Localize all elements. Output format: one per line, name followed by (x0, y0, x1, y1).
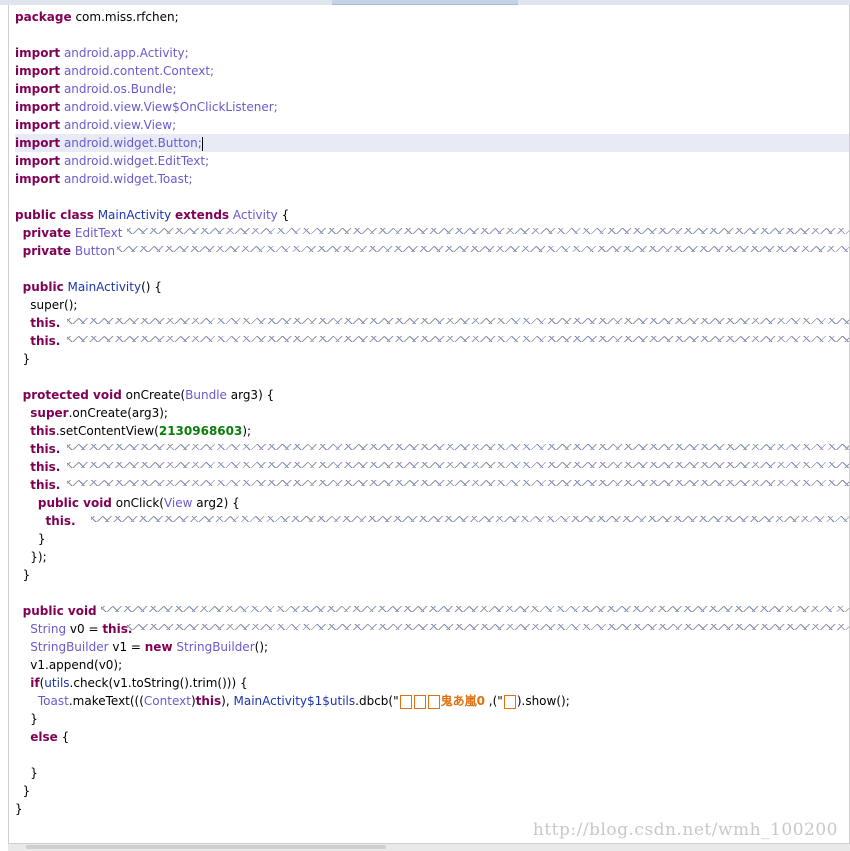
import-line: import android.app.Activity; (15, 46, 189, 60)
code-line: else { (30, 730, 70, 744)
code-line: Toast.makeText(((Context)this), MainActi… (37, 694, 570, 709)
code-line: } (22, 568, 31, 582)
import-line: import android.view.View$OnClickListener… (15, 100, 278, 114)
unknown-glyph-icon (413, 694, 426, 709)
code-line: super.onCreate(arg3); (30, 406, 168, 420)
unknown-glyph-icon (503, 694, 516, 709)
obfuscated-text (67, 318, 849, 324)
code-line: this.setContentView(2130968603); (30, 424, 252, 438)
code-line: } (22, 352, 31, 366)
obfuscated-text (67, 336, 849, 342)
code-line: super(); (30, 298, 78, 312)
obfuscated-text (91, 516, 849, 522)
scrollbar-thumb[interactable] (26, 845, 386, 849)
obfuscated-text (127, 228, 849, 234)
obfuscated-text (67, 480, 849, 486)
import-line: import android.content.Context; (15, 64, 215, 78)
import-line: import android.os.Bundle; (15, 82, 177, 96)
code-line: } (37, 532, 46, 546)
obfuscated-text (101, 606, 849, 612)
code-line: this. (15, 476, 849, 494)
constructor-line: public MainActivity() { (22, 280, 162, 294)
obfuscated-text (67, 462, 849, 468)
watermark: http://blog.csdn.net/wmh_100200 (532, 820, 838, 840)
class-declaration: public class MainActivity extends Activi… (15, 208, 290, 222)
code-line: } (22, 784, 31, 798)
code-line: } (15, 802, 23, 816)
code-line: this. (15, 314, 849, 332)
code-area[interactable]: package com.miss.rfchen; import android.… (15, 8, 849, 818)
code-line: this. (15, 332, 849, 350)
code-line: } (30, 712, 38, 726)
code-line: this. (15, 458, 849, 476)
code-line: String v0 = this. (15, 620, 849, 638)
import-line: import android.view.View; (15, 118, 177, 132)
unknown-glyph-icon (399, 694, 412, 709)
code-line: v1.append(v0); (30, 658, 123, 672)
code-line: if(utils.check(v1.toString().trim())) { (30, 676, 248, 690)
obfuscated-text (117, 246, 849, 252)
field-line: private Button (15, 242, 849, 260)
text-cursor (201, 136, 203, 151)
code-line: this. (15, 440, 849, 458)
code-line: this. (15, 512, 849, 530)
code-editor[interactable]: package com.miss.rfchen; import android.… (8, 5, 850, 843)
method-declaration: protected void onCreate(Bundle arg3) { (22, 388, 275, 402)
code-line: } (30, 766, 38, 780)
method-declaration: public void onClick(View arg2) { (37, 496, 240, 510)
obfuscated-text (127, 624, 849, 630)
code-line: }); (30, 550, 47, 564)
code-line: StringBuilder v1 = new StringBuilder(); (30, 640, 269, 654)
import-line: import android.widget.Toast; (15, 172, 193, 186)
import-line-current: import android.widget.Button; (15, 134, 849, 152)
import-line: import android.widget.EditText; (15, 154, 210, 168)
field-line: private EditText (15, 224, 849, 242)
obfuscated-text (67, 444, 849, 450)
method-declaration: public void (15, 602, 849, 620)
unknown-glyph-icon (427, 694, 440, 709)
code-line: package com.miss.rfchen; (15, 10, 179, 24)
